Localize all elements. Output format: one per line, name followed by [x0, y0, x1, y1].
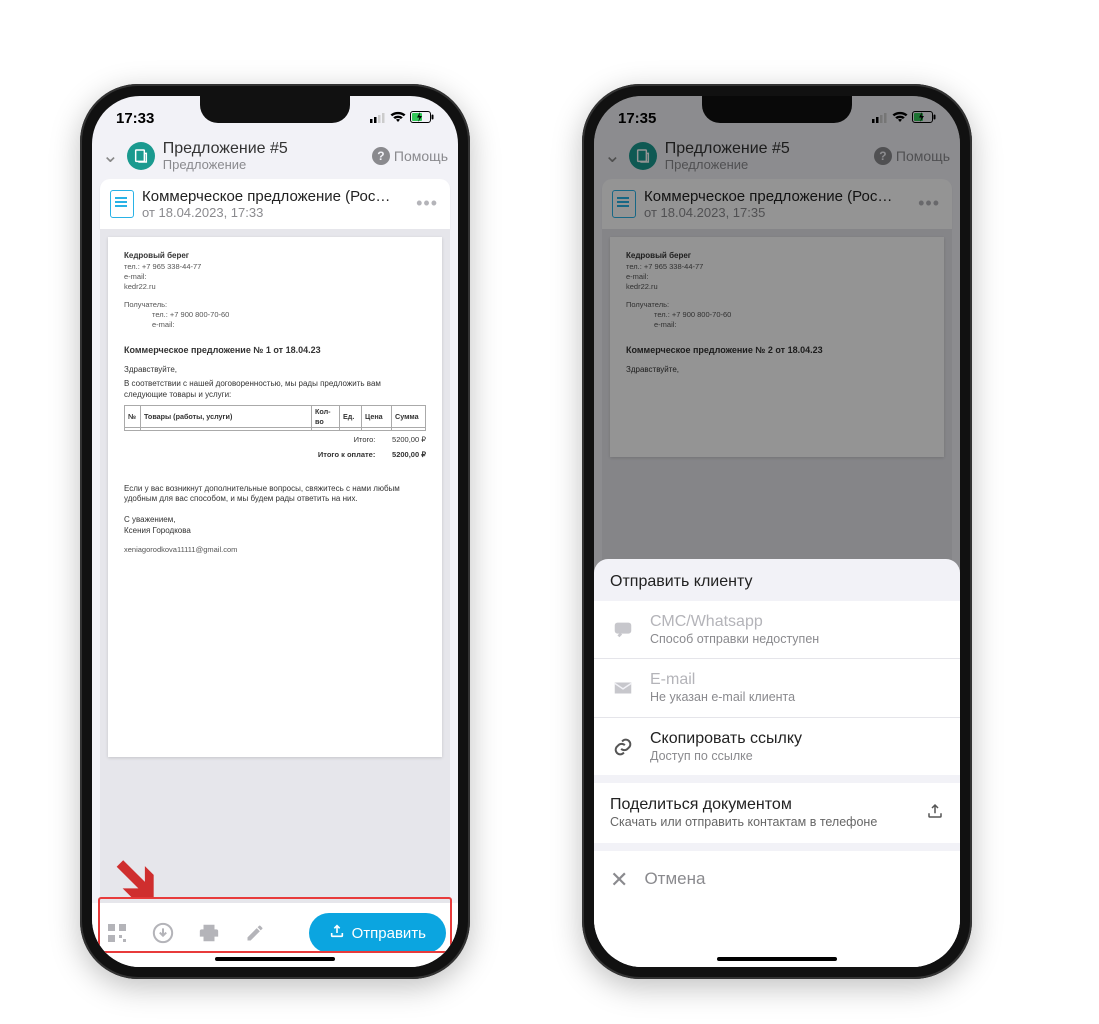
company-site: kedr22.ru: [124, 282, 426, 292]
notch: [200, 96, 350, 123]
wifi-icon: [390, 111, 406, 126]
battery-charging-icon: [410, 111, 434, 126]
share-title: Поделиться документом: [610, 795, 914, 815]
screen-left: 17:33 ⌄ Предложение #5 Предложение: [92, 96, 458, 967]
link-icon: [610, 734, 636, 760]
status-icons: [370, 111, 434, 126]
sheet-item-sub: Доступ по ссылке: [650, 749, 944, 765]
recipient-email: e-mail:: [152, 320, 426, 330]
screen-header: ⌄ Предложение #5 Предложение ? Помощь: [92, 140, 458, 176]
document-icon: [110, 190, 134, 218]
doc-date: от 18.04.2023, 17:33: [142, 205, 406, 220]
items-table: № Товары (работы, услуги) Кол-во Ед. Цен…: [124, 405, 426, 431]
clock: 17:33: [116, 110, 154, 127]
sheet-cancel[interactable]: ✕ Отмена: [594, 851, 960, 967]
th-qty: Кол-во: [312, 405, 340, 427]
outro: Если у вас возникнут дополнительные вопр…: [124, 484, 426, 506]
cellular-icon: [370, 111, 386, 126]
th-unit: Ед.: [340, 405, 362, 427]
sheet-list: СМС/Whatsapp Способ отправки недоступен …: [594, 601, 960, 776]
th-name: Товары (работы, услуги): [141, 405, 312, 427]
close-icon: ✕: [610, 869, 628, 891]
topay-label: Итого к оплате:: [318, 450, 375, 459]
sms-icon: [610, 616, 636, 642]
th-sum: Сумма: [392, 405, 426, 427]
document-preview[interactable]: Кедровый берег тел.: +7 965 338-44-77 e-…: [100, 229, 450, 903]
topay-value: 5200,00 ₽: [392, 450, 426, 459]
th-num: №: [125, 405, 141, 427]
more-icon[interactable]: •••: [414, 193, 440, 214]
sign-name: Ксения Городкова: [124, 526, 426, 537]
send-label: Отправить: [352, 925, 426, 942]
help-icon: ?: [372, 147, 390, 165]
company-tel: тел.: +7 965 338-44-77: [124, 262, 426, 272]
upload-icon: [329, 923, 345, 943]
total-label: Итого:: [354, 435, 376, 444]
header-subtitle: Предложение: [163, 158, 364, 172]
total-value: 5200,00 ₽: [392, 435, 426, 444]
sheet-share[interactable]: Поделиться документом Скачать или отправ…: [594, 783, 960, 843]
recipient-label: Получатель:: [124, 300, 426, 310]
edit-icon[interactable]: [242, 920, 268, 946]
company-email-label: e-mail:: [124, 272, 426, 282]
back-chevron-icon[interactable]: ⌄: [102, 143, 119, 168]
help-label: Помощь: [394, 148, 448, 164]
sheet-item-title: Скопировать ссылку: [650, 729, 944, 749]
phone-mockup-left: 17:33 ⌄ Предложение #5 Предложение: [80, 84, 470, 979]
regards: С уважением,: [124, 515, 426, 526]
doc-title: Коммерческое предложение (Рос…: [142, 188, 406, 205]
sheet-item-sub: Не указан e-mail клиента: [650, 690, 944, 706]
greeting: Здравствуйте,: [124, 365, 426, 376]
home-indicator[interactable]: [215, 957, 335, 961]
sheet-item-title: СМС/Whatsapp: [650, 612, 944, 632]
sheet-item-email: E-mail Не указан e-mail клиента: [594, 659, 960, 718]
sheet-header: Отправить клиенту: [594, 559, 960, 601]
phone-mockup-right: 17:35 ⌄ Предложение #5 Предложение: [582, 84, 972, 979]
cancel-label: Отмена: [644, 869, 705, 889]
action-sheet: Отправить клиенту СМС/Whatsapp Способ от…: [594, 559, 960, 968]
sheet-item-copy-link[interactable]: Скопировать ссылку Доступ по ссылке: [594, 718, 960, 776]
document-card[interactable]: Коммерческое предложение (Рос… от 18.04.…: [100, 179, 450, 229]
screen-right: 17:35 ⌄ Предложение #5 Предложение: [594, 96, 960, 967]
intro: В соответствии с нашей договоренностью, …: [124, 379, 426, 401]
send-button[interactable]: Отправить: [309, 913, 446, 953]
sign-email: xeniagorodkova11111@gmail.com: [124, 545, 426, 555]
sheet-item-title: E-mail: [650, 670, 944, 690]
recipient-tel: тел.: +7 900 800-70-60: [152, 310, 426, 320]
app-icon: [127, 142, 155, 170]
home-indicator[interactable]: [717, 957, 837, 961]
paper: Кедровый берег тел.: +7 965 338-44-77 e-…: [108, 237, 442, 757]
help-button[interactable]: ? Помощь: [372, 147, 448, 165]
qr-icon[interactable]: [104, 920, 130, 946]
share-sub: Скачать или отправить контактам в телефо…: [610, 815, 914, 831]
share-icon: [926, 802, 944, 825]
header-titles: Предложение #5 Предложение: [163, 140, 364, 172]
sheet-item-sub: Способ отправки недоступен: [650, 632, 944, 648]
email-icon: [610, 675, 636, 701]
paper-title: Коммерческое предложение № 1 от 18.04.23: [124, 344, 426, 356]
company-name: Кедровый берег: [124, 251, 426, 262]
header-title: Предложение #5: [163, 140, 364, 158]
download-icon[interactable]: [150, 920, 176, 946]
th-price: Цена: [362, 405, 392, 427]
sheet-item-sms: СМС/Whatsapp Способ отправки недоступен: [594, 601, 960, 660]
doc-texts: Коммерческое предложение (Рос… от 18.04.…: [142, 188, 406, 220]
print-icon[interactable]: [196, 920, 222, 946]
